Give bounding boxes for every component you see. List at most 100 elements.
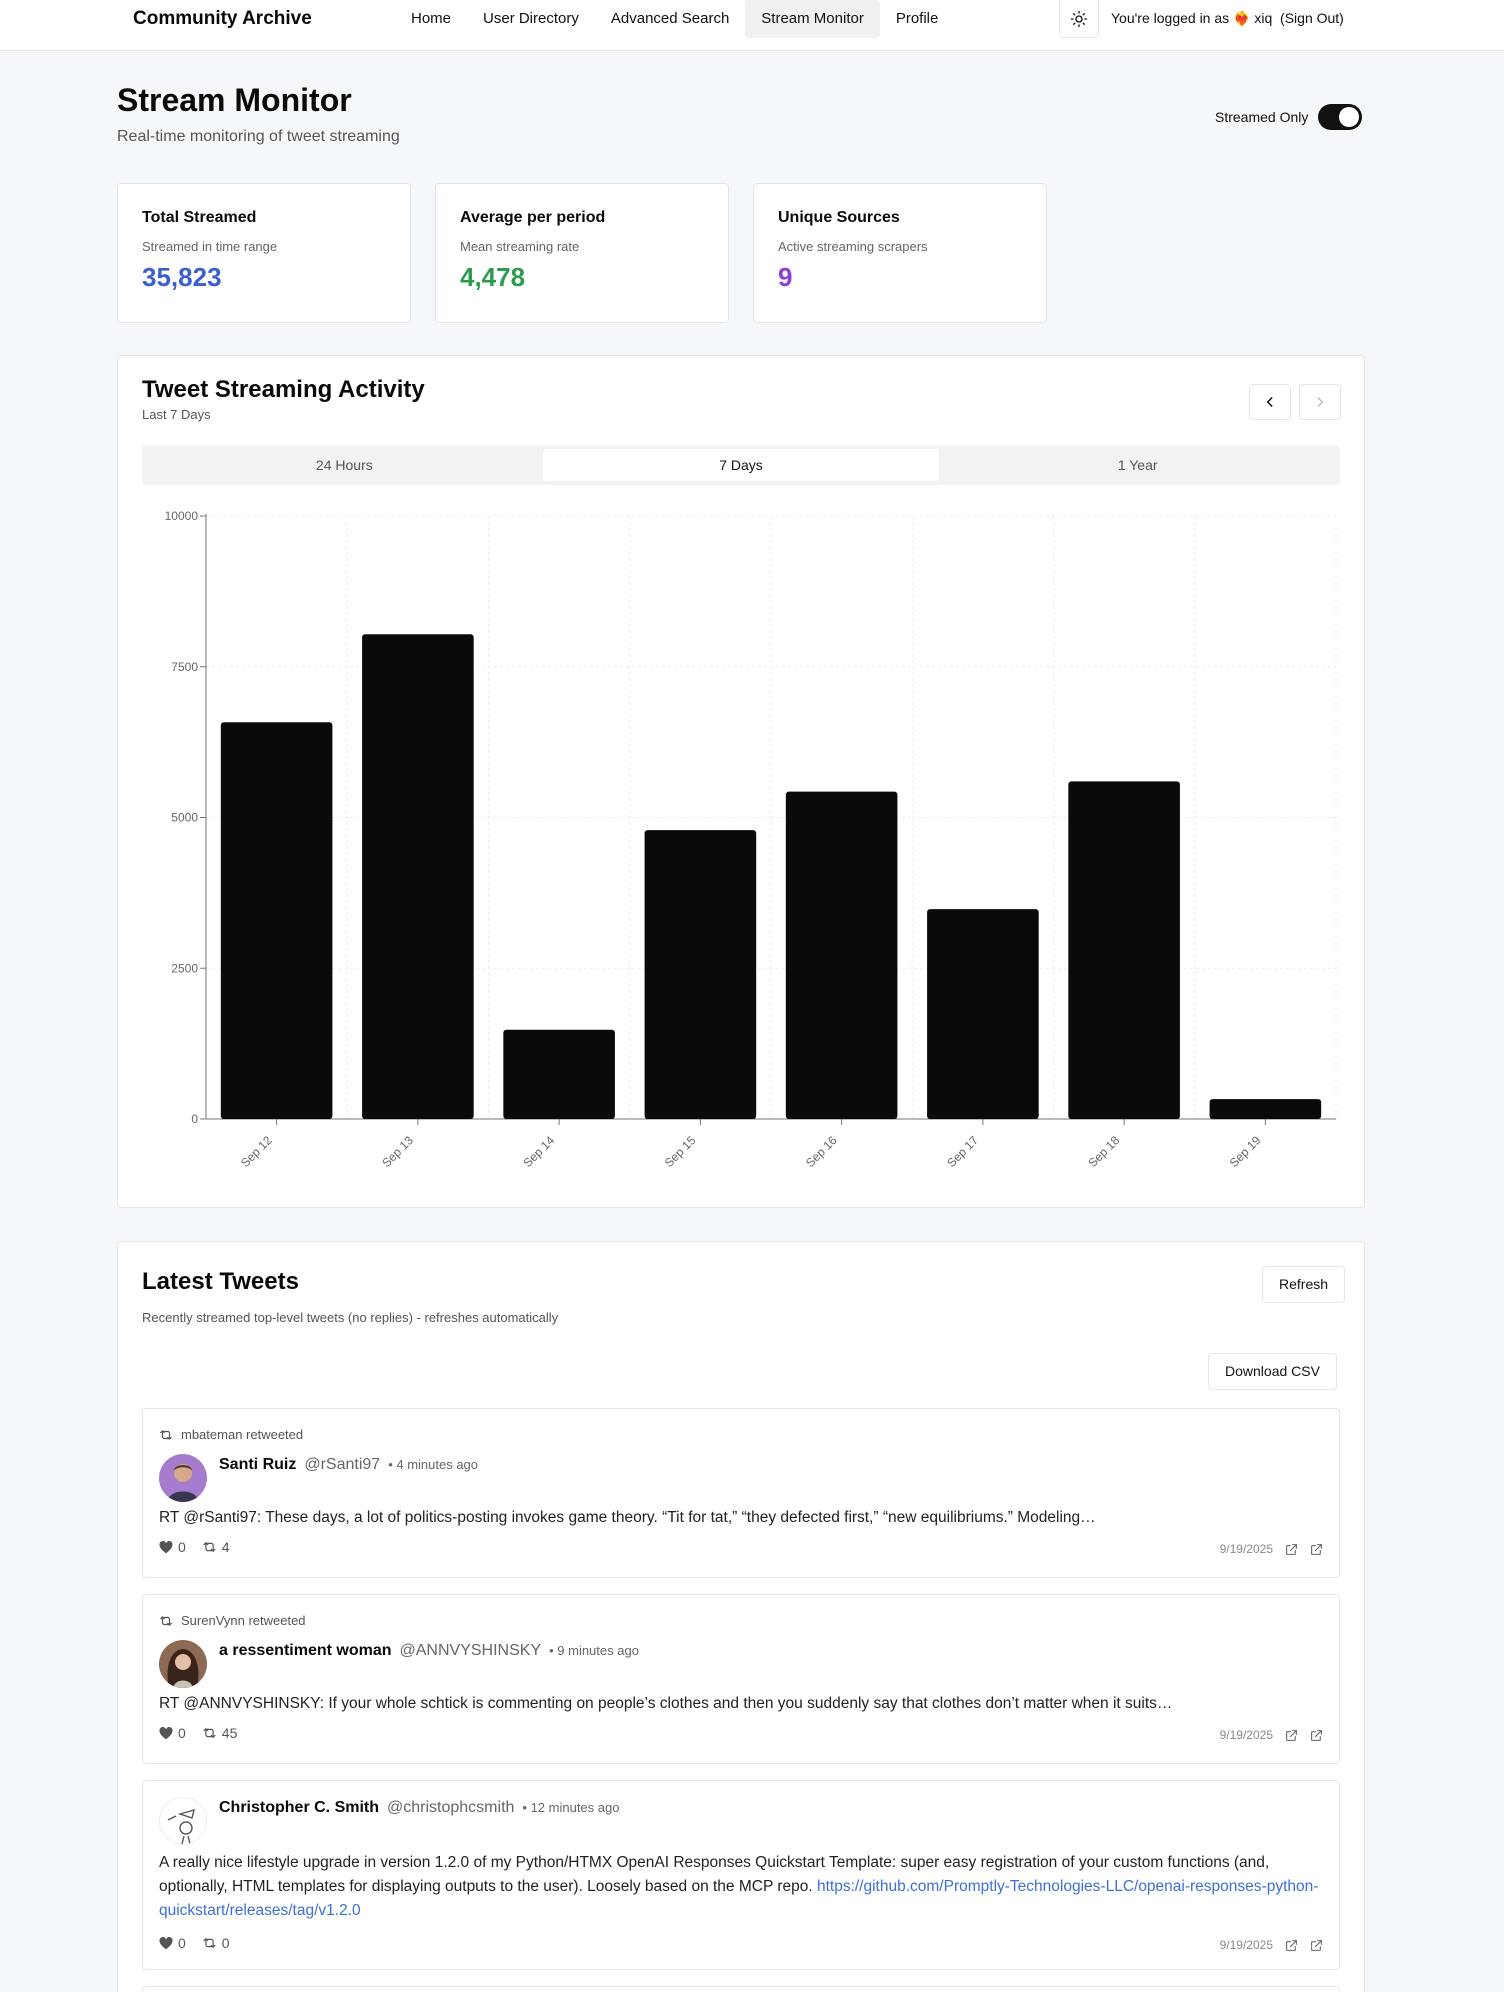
stat-card-total-streamed: Total Streamed Streamed in time range 35… <box>117 183 411 323</box>
x-tick-label: Sep 16 <box>803 1133 840 1170</box>
heart-icon <box>159 1726 173 1739</box>
tab-7-days[interactable]: 7 Days <box>542 449 940 481</box>
latest-tweets-subtitle: Recently streamed top-level tweets (no r… <box>142 1310 559 1325</box>
nav-home[interactable]: Home <box>395 0 467 38</box>
chevron-right-icon <box>1317 397 1323 407</box>
tweet-stats: 0 45 <box>159 1725 237 1741</box>
tweet-card[interactable] <box>142 1986 1340 1992</box>
chart-subtitle: Last 7 Days <box>142 407 211 422</box>
heart-icon <box>159 1540 173 1553</box>
external-link-icon[interactable] <box>1285 1729 1298 1742</box>
retweet-icon <box>203 1728 216 1738</box>
streamed-only-control: Streamed Only <box>1215 104 1363 130</box>
retweet-count: 0 <box>221 1935 230 1951</box>
login-status: You're logged in as ❤️‍🔥 xiq (Sign Out) <box>1111 10 1344 27</box>
stat-card-average: Average per period Mean streaming rate 4… <box>435 183 729 323</box>
likes: 0 <box>159 1725 186 1741</box>
author-name[interactable]: Christopher C. Smith <box>219 1799 379 1817</box>
stat-title: Total Streamed <box>142 209 257 226</box>
tweet-header: Christopher C. Smith @christophcsmith • … <box>219 1799 619 1817</box>
tweet-card[interactable]: Christopher C. Smith @christophcsmith • … <box>142 1780 1340 1970</box>
tab-24-hours[interactable]: 24 Hours <box>146 449 543 481</box>
tweet-meta: 9/19/2025 <box>1220 1728 1323 1742</box>
external-link-icon[interactable] <box>1310 1729 1323 1742</box>
latest-tweets-title: Latest Tweets <box>142 1268 299 1295</box>
tweet-meta: 9/19/2025 <box>1220 1542 1323 1556</box>
x-tick-label: Sep 12 <box>238 1133 275 1170</box>
y-tick-label: 7500 <box>171 660 198 674</box>
tweet-time: • 12 minutes ago <box>522 1800 620 1815</box>
theme-toggle-button[interactable] <box>1059 0 1099 38</box>
avatar[interactable] <box>159 1640 207 1688</box>
avatar[interactable] <box>159 1797 207 1845</box>
author-name[interactable]: a ressentiment woman <box>219 1642 392 1660</box>
tweet-text: RT @rSanti97: These days, a lot of polit… <box>159 1509 1096 1526</box>
bar <box>503 1029 615 1119</box>
nav-user-directory[interactable]: User Directory <box>467 0 595 38</box>
tweet-time: • 4 minutes ago <box>388 1457 479 1472</box>
page-subtitle: Real-time monitoring of tweet streaming <box>117 128 400 145</box>
avatar[interactable] <box>159 1454 207 1502</box>
tweet-card[interactable]: mbateman retweeted Santi Ruiz @rSanti97 … <box>142 1408 1340 1578</box>
x-tick-label: Sep 13 <box>379 1133 416 1170</box>
tweet-header: a ressentiment woman @ANNVYSHINSKY • 9 m… <box>219 1642 639 1660</box>
author-name[interactable]: Santi Ruiz <box>219 1456 296 1474</box>
tweet-text: RT @ANNVYSHINSKY: If your whole schtick … <box>159 1695 1173 1712</box>
retweet-icon <box>160 1615 172 1626</box>
chart-title: Tweet Streaming Activity <box>142 376 425 403</box>
streamed-only-toggle[interactable] <box>1318 104 1363 130</box>
range-tabs: 24 Hours 7 Days 1 Year <box>142 445 1340 485</box>
x-tick-label: Sep 19 <box>1227 1133 1264 1170</box>
external-link-icon[interactable] <box>1285 1543 1298 1556</box>
author-handle[interactable]: @christophcsmith <box>387 1799 514 1817</box>
retweet-count: 4 <box>221 1539 230 1555</box>
tweet-stats: 0 4 <box>159 1539 230 1555</box>
tweet-date: 9/19/2025 <box>1219 1728 1273 1742</box>
streaming-bar-chart: 0 2500 5000 7500 10000 Sep 12 Sep 13 Sep 14 Sep … <box>165 509 1337 1170</box>
heart-icon <box>159 1936 173 1949</box>
retweeted-by: SurenVynn retweeted <box>181 1613 306 1628</box>
top-nav: Community Archive Home User Directory Ad… <box>0 0 1504 51</box>
prev-period-button[interactable] <box>1249 384 1291 420</box>
nav-profile[interactable]: Profile <box>880 0 955 38</box>
next-period-button[interactable] <box>1299 384 1341 420</box>
external-link-icon[interactable] <box>1310 1543 1323 1556</box>
likes: 0 <box>159 1935 186 1951</box>
tweet-date: 9/19/2025 <box>1219 1938 1273 1952</box>
tweet-card[interactable]: SurenVynn retweeted a ressentiment woman… <box>142 1594 1340 1764</box>
author-handle[interactable]: @ANNVYSHINSKY <box>400 1642 542 1660</box>
bar <box>220 722 333 1119</box>
retweets: 45 <box>202 1725 237 1741</box>
tweet-meta: 9/19/2025 <box>1220 1938 1323 1952</box>
y-tick-label: 0 <box>191 1112 198 1126</box>
like-count: 0 <box>178 1935 186 1951</box>
x-tick-label: Sep 17 <box>944 1133 981 1170</box>
external-link-icon[interactable] <box>1310 1939 1323 1952</box>
stat-card-unique-sources: Unique Sources Active streaming scrapers… <box>753 183 1047 323</box>
brand-logo[interactable]: Community Archive <box>133 8 312 30</box>
user-photo-icon <box>167 1464 199 1502</box>
nav-stream-monitor[interactable]: Stream Monitor <box>745 0 880 38</box>
tweet-time: • 9 minutes ago <box>549 1643 639 1658</box>
external-link-icon[interactable] <box>1285 1939 1298 1952</box>
y-tick-label: 2500 <box>171 961 198 975</box>
tab-1-year[interactable]: 1 Year <box>939 449 1336 481</box>
nav-advanced-search[interactable]: Advanced Search <box>595 0 745 38</box>
x-tick-label: Sep 14 <box>520 1133 557 1170</box>
username: xiq <box>1254 10 1273 26</box>
bar <box>927 909 1039 1119</box>
refresh-button[interactable]: Refresh <box>1262 1266 1346 1303</box>
sign-out-link[interactable]: (Sign Out) <box>1280 10 1344 26</box>
stat-desc: Mean streaming rate <box>460 239 580 254</box>
download-csv-button[interactable]: Download CSV <box>1208 1353 1337 1390</box>
like-count: 0 <box>178 1725 186 1741</box>
stat-title: Unique Sources <box>778 209 900 226</box>
chevron-left-icon <box>1266 397 1273 407</box>
author-handle[interactable]: @rSanti97 <box>304 1456 380 1474</box>
y-tick-label: 10000 <box>165 509 199 523</box>
bar <box>1209 1099 1322 1119</box>
retweet-icon <box>160 1429 172 1440</box>
tweet-stats: 0 0 <box>159 1935 230 1951</box>
likes: 0 <box>159 1539 186 1555</box>
stat-value: 4,478 <box>460 262 526 292</box>
